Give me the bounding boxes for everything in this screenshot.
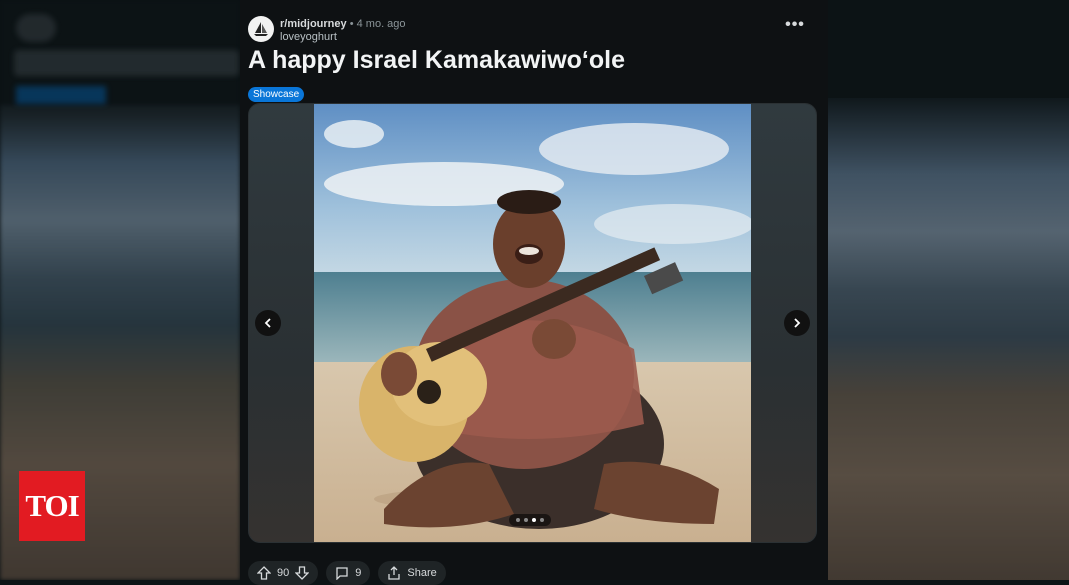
upvote-icon[interactable]: [257, 566, 271, 580]
toi-logo: TOI: [19, 471, 85, 541]
sailboat-icon: [254, 22, 268, 36]
post-meta: r/midjourney • 4 mo. ago loveyoghurt: [280, 18, 406, 44]
post-title: A happy Israel Kamakawiwoʻole: [248, 46, 625, 74]
pagination-dot[interactable]: [524, 518, 528, 522]
comment-count: 9: [355, 567, 362, 579]
toi-logo-text: TOI: [25, 488, 79, 523]
image-gallery: [248, 103, 817, 543]
pagination-dot[interactable]: [540, 518, 544, 522]
post-flair[interactable]: Showcase: [248, 87, 305, 102]
share-label: Share: [407, 567, 437, 579]
comments-button[interactable]: 9: [326, 561, 371, 585]
downvote-icon[interactable]: [295, 566, 310, 580]
more-options-button[interactable]: •••: [784, 17, 806, 38]
reddit-post: r/midjourney • 4 mo. ago loveyoghurt •••…: [240, 0, 828, 585]
chevron-left-icon: [264, 318, 271, 328]
blurred-avatar: [16, 14, 56, 42]
subreddit-link[interactable]: r/midjourney: [280, 18, 347, 30]
gallery-image: [314, 104, 751, 542]
share-icon: [388, 566, 401, 580]
username-link[interactable]: loveyoghurt: [280, 31, 406, 44]
post-actions: 90 9 Share: [248, 561, 446, 585]
blurred-flair: [16, 86, 106, 104]
share-button[interactable]: Share: [378, 561, 446, 585]
vote-control: 90: [248, 561, 319, 585]
pagination-dot-active[interactable]: [532, 518, 536, 522]
blurred-title: [14, 50, 239, 76]
subreddit-avatar[interactable]: [248, 16, 274, 42]
meta-separator: •: [349, 18, 354, 30]
post-time: 4 mo. ago: [356, 18, 406, 30]
previous-image-button[interactable]: [255, 310, 281, 336]
comment-icon: [336, 567, 348, 580]
post-header: r/midjourney • 4 mo. ago loveyoghurt •••: [248, 16, 818, 44]
next-image-button[interactable]: [784, 310, 810, 336]
gallery-pagination: [509, 514, 551, 526]
pagination-dot[interactable]: [516, 518, 520, 522]
chevron-right-icon: [794, 318, 801, 328]
vote-count: 90: [277, 567, 290, 579]
more-icon: •••: [785, 16, 805, 33]
